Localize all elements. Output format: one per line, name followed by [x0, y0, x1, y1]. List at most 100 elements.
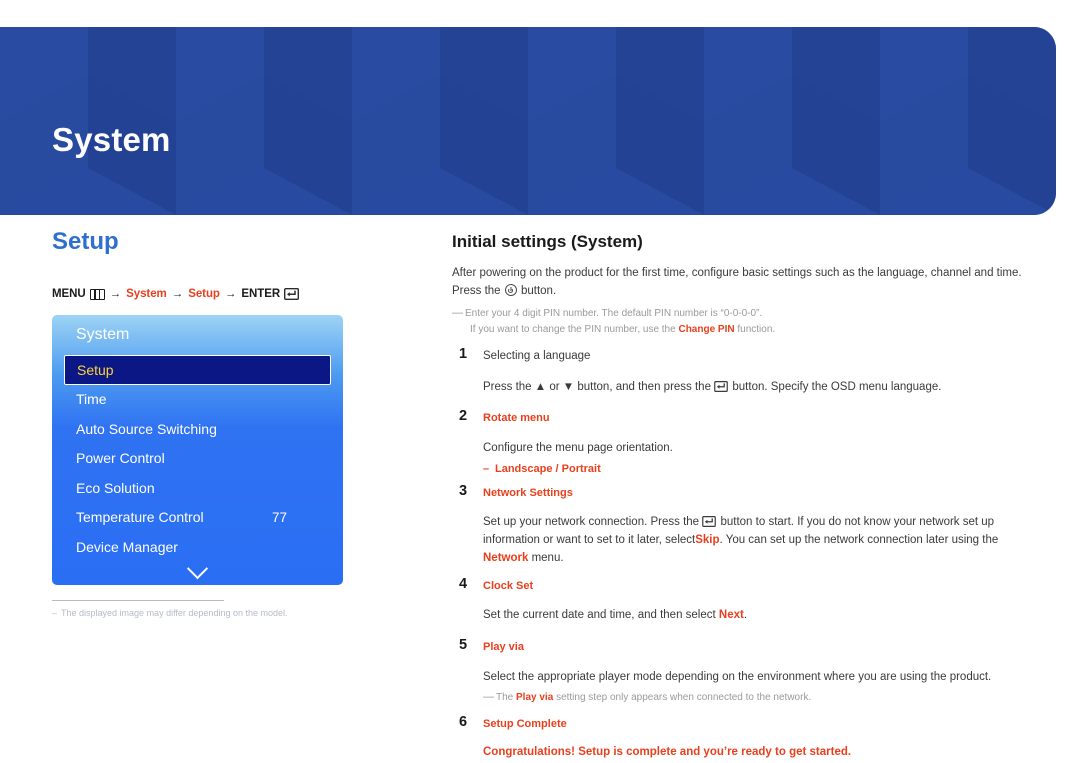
step-4: 4 Clock Set Set the current date and tim… [452, 575, 1030, 625]
intro-line-2-post: button. [520, 285, 557, 298]
footnote-text: The displayed image may differ depending… [61, 608, 288, 618]
step-number: 6 [458, 714, 468, 731]
pin-note-line-2-pre: If you want to change the PIN number, us… [470, 324, 676, 336]
osd-item-label: Power Control [76, 450, 165, 466]
step-body: Select the appropriate player mode depen… [483, 670, 992, 683]
osd-item-label: Time [76, 391, 107, 407]
step-body: Press the ▲ or ▼ button, and then press … [483, 379, 1030, 397]
step-number: 4 [458, 575, 468, 592]
step-number: 3 [458, 482, 468, 499]
step-final-message: Congratulations! Setup is complete and y… [483, 745, 852, 758]
intro-line-2-pre: Press the [452, 285, 501, 298]
step-body-part-3: . You can set up the network connection … [719, 534, 999, 547]
osd-menu-panel[interactable]: System Setup Time Auto Source Switching … [52, 315, 343, 585]
step-number: 5 [458, 637, 468, 654]
step-body: Configure the menu page orientation. [483, 441, 673, 454]
content-heading: Initial settings (System) [452, 232, 643, 251]
breadcrumb-menu-label: MENU [52, 288, 86, 300]
note-dash: — [483, 691, 494, 704]
osd-item-label: Auto Source Switching [76, 420, 217, 437]
step-1: 1 Selecting a language Press the ▲ or ▼ … [452, 346, 1030, 397]
step-heading: Clock Set [483, 579, 534, 592]
breadcrumb-enter-label: ENTER [241, 288, 281, 300]
osd-item-eco-solution[interactable]: Eco Solution [64, 474, 331, 504]
breadcrumb: MENU → System → Setup → ENTER [52, 287, 352, 301]
footnote-divider [52, 600, 224, 601]
pin-note-line-2-post: function. [737, 324, 776, 336]
pin-note-change-pin-accent: Change PIN [678, 324, 735, 336]
step-5: 5 Play via Select the appropriate player… [452, 637, 1030, 706]
footnote-text-row: – The displayed image may differ dependin… [52, 608, 352, 618]
pin-note: — Enter your 4 digit PIN number. The def… [452, 306, 1030, 338]
step-heading: Rotate menu [483, 412, 550, 425]
step-accent-next: Next [718, 609, 744, 622]
step-bullet: – Landscape / Portrait [483, 463, 1030, 475]
step-body-part-1: Set up your network connection. Press th… [483, 516, 700, 529]
breadcrumb-crumb-system[interactable]: System [126, 288, 167, 300]
power-button-icon [504, 284, 517, 297]
step-note: — The Play via setting step only appears… [483, 690, 1030, 706]
enter-key-icon [714, 380, 729, 393]
step-note-post: setting step only appears when connected… [556, 692, 812, 704]
breadcrumb-arrow-2: → [171, 288, 184, 300]
enter-key-icon [702, 516, 717, 528]
osd-item-time[interactable]: Time [64, 385, 331, 415]
step-body-part-4: menu. [531, 551, 564, 564]
osd-item-label: Temperature Control [76, 509, 204, 525]
step-body-post: . [743, 609, 748, 622]
step-number: 1 [458, 346, 468, 363]
osd-item-auto-source-switching[interactable]: Auto Source Switching [64, 415, 331, 445]
step-note-accent-play-via: Play via [516, 692, 554, 704]
osd-item-value: 77 [271, 510, 287, 525]
section-title: Setup [52, 228, 119, 255]
step-heading: Play via [483, 641, 524, 654]
pin-note-line-1: Enter your 4 digit PIN number. The defau… [465, 308, 763, 320]
osd-item-power-control[interactable]: Power Control [64, 444, 331, 474]
step-3: 3 Network Settings Set up your network c… [452, 482, 1030, 568]
step-body: Set up your network connection. Press th… [483, 514, 1030, 567]
step-number: 2 [458, 408, 468, 425]
osd-item-label: Eco Solution [76, 479, 155, 496]
osd-item-label: Device Manager [76, 538, 178, 555]
step-2: 2 Rotate menu Configure the menu page or… [452, 408, 1030, 475]
bullet-text: Landscape / Portrait [495, 462, 601, 475]
left-column: Setup MENU → System → Setup → ENTER [52, 230, 352, 316]
page-header-banner: System [0, 27, 1056, 215]
step-heading: Network Settings [483, 486, 573, 499]
step-heading: Selecting a language [483, 350, 591, 363]
breadcrumb-arrow-1: → [109, 288, 122, 300]
right-column: Initial settings (System) After powering… [452, 232, 1030, 759]
osd-panel-title: System [76, 326, 130, 343]
intro-paragraph: After powering on the product for the fi… [452, 265, 1030, 301]
osd-item-label: Setup [77, 362, 114, 378]
osd-menu-list[interactable]: Setup Time Auto Source Switching Power C… [52, 355, 343, 585]
note-dash: — [452, 307, 463, 320]
step-accent-network: Network [483, 551, 529, 564]
osd-item-temperature-control[interactable]: Temperature Control 77 [64, 503, 331, 533]
steps-list: 1 Selecting a language Press the ▲ or ▼ … [452, 346, 1030, 758]
step-note-pre: The [496, 692, 514, 704]
breadcrumb-arrow-3: → [224, 288, 237, 300]
step-6: 6 Setup Complete Congratulations! Setup … [452, 714, 1030, 758]
intro-line-1: After powering on the product for the fi… [452, 267, 1022, 280]
breadcrumb-crumb-setup[interactable]: Setup [188, 288, 220, 300]
enter-key-icon [284, 287, 300, 301]
step-accent-skip: Skip [695, 534, 720, 547]
step-heading: Setup Complete [483, 718, 567, 731]
bullet-dash: – [483, 462, 490, 475]
osd-scroll-down-button[interactable] [52, 558, 343, 583]
step-body-pre: Set the current date and time, and then … [483, 609, 716, 622]
step-body-post: button. Specify the OSD menu language. [732, 380, 942, 393]
menu-bars-icon [89, 288, 105, 300]
left-footnote: – The displayed image may differ dependin… [52, 600, 352, 618]
step-body-pre: Press the ▲ or ▼ button, and then press … [483, 380, 711, 393]
footnote-dash: – [52, 608, 58, 618]
osd-item-setup[interactable]: Setup [64, 355, 331, 385]
step-body: Set the current date and time, and then … [483, 607, 1030, 625]
page-title: System [52, 121, 171, 158]
